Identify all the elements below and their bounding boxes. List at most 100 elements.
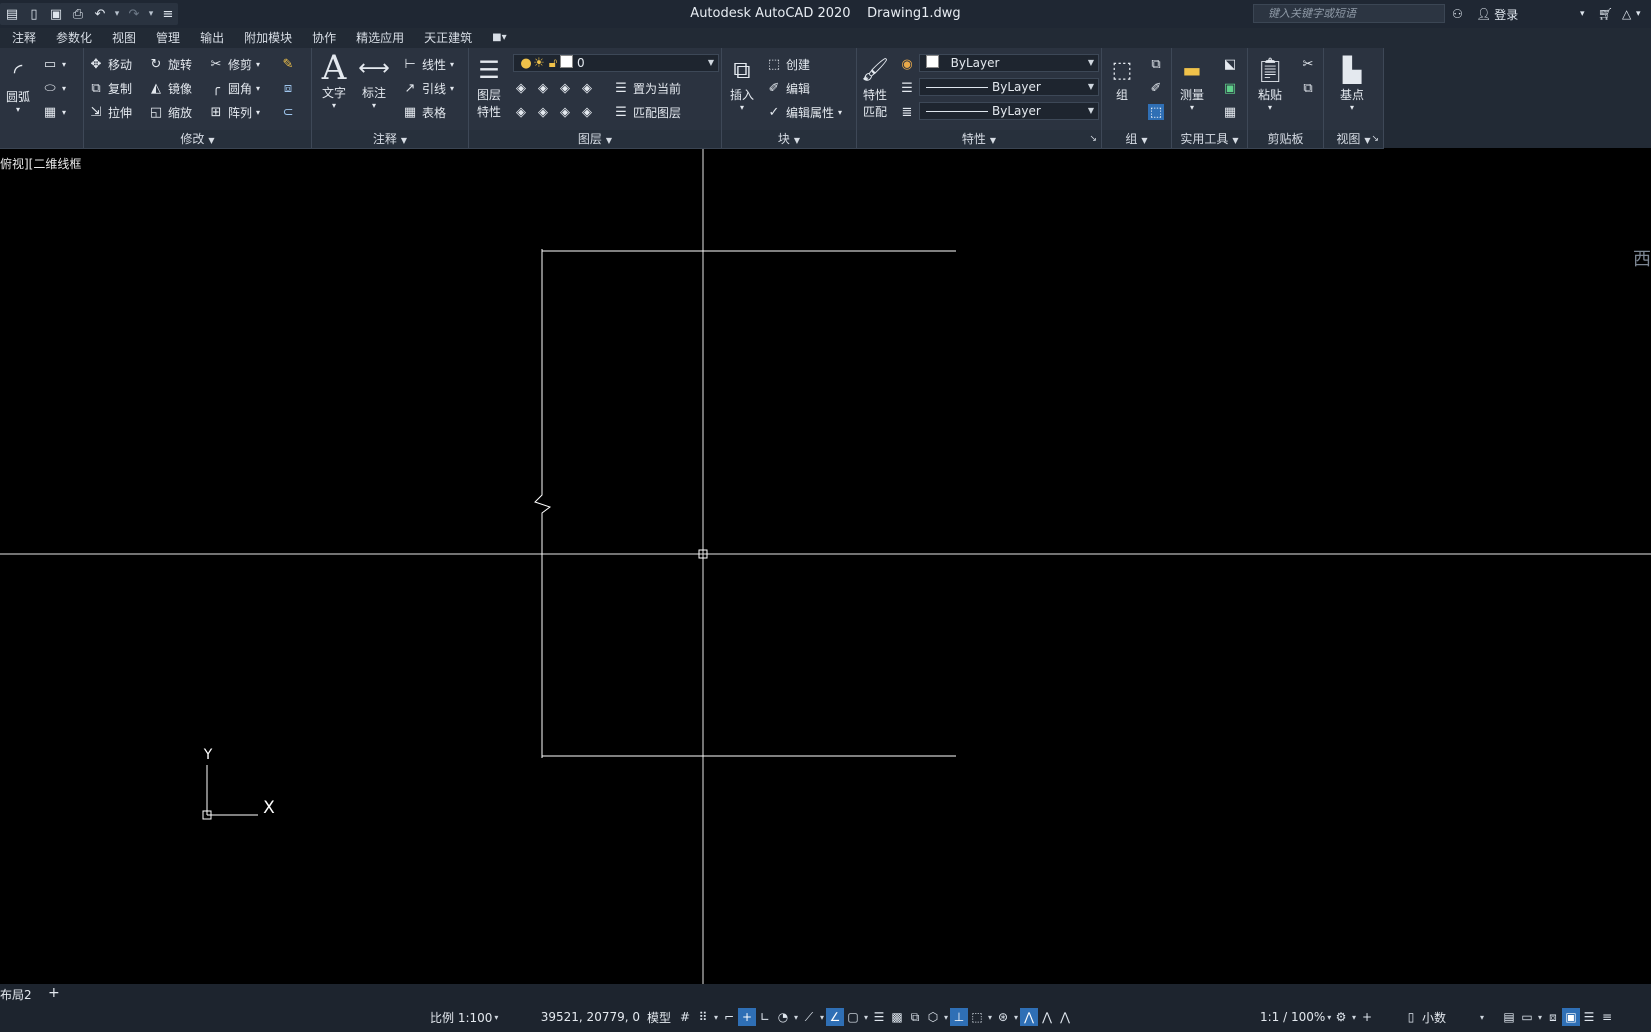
break-line[interactable]	[534, 249, 552, 758]
groups-panel-title[interactable]: 组 ▼	[1102, 130, 1171, 148]
transparency-icon[interactable]: ▩	[888, 1008, 906, 1026]
create-block-button[interactable]: ⬚ 创建	[766, 54, 810, 74]
workspace-dropdown-icon[interactable]: ▾	[1350, 1013, 1358, 1022]
paste-dropdown-icon[interactable]: ▾	[1268, 103, 1272, 112]
redo-dropdown-icon[interactable]: ▾	[146, 9, 156, 19]
dialog-launcher-icon[interactable]: ↘	[1371, 130, 1379, 148]
undo-icon[interactable]: ↶	[90, 4, 110, 24]
print-icon[interactable]: ⎙	[68, 4, 88, 24]
tab-output[interactable]: 输出	[190, 28, 234, 48]
cut-icon[interactable]: ✂	[1300, 56, 1316, 72]
leader-dropdown-icon[interactable]: ▾	[450, 84, 454, 93]
lineweight-toggle-icon[interactable]: ☰	[870, 1008, 888, 1026]
layer-isolate-icon[interactable]: ◈	[535, 80, 551, 96]
offset-button[interactable]: ⊂	[280, 102, 296, 122]
measure-dropdown-icon[interactable]: ▾	[1190, 103, 1194, 112]
match-layer-button[interactable]: ☰ 匹配图层	[613, 102, 681, 122]
tab-collaborate[interactable]: 协作	[302, 28, 346, 48]
layer-unisolate-icon[interactable]: ◈	[535, 104, 551, 120]
cart-icon[interactable]: 🛒︎	[1598, 4, 1613, 24]
object-snap-icon[interactable]: ▢	[844, 1008, 862, 1026]
new-file-icon[interactable]: ▯	[24, 4, 44, 24]
gear-icon[interactable]: ⚙	[1332, 1008, 1350, 1026]
set-current-button[interactable]: ☰ 置为当前	[613, 78, 681, 98]
tab-featured-apps[interactable]: 精选应用	[346, 28, 414, 48]
polar-tracking-icon[interactable]: ◔	[774, 1008, 792, 1026]
arc-button[interactable]: ◜ 圆弧 ▾	[2, 56, 34, 115]
snap-icon[interactable]: ⠿	[694, 1008, 712, 1026]
lock-ui-icon[interactable]: ▭	[1518, 1008, 1536, 1026]
match-properties-button[interactable]: 🖌︎ 特性 匹配	[859, 54, 891, 120]
scale-button[interactable]: ◱ 缩放	[148, 102, 192, 122]
leader-button[interactable]: ↗ 引线 ▾	[402, 78, 454, 98]
table-button[interactable]: ▦ 表格	[402, 102, 446, 122]
base-view-dropdown-icon[interactable]: ▾	[1350, 103, 1354, 112]
grid-icon[interactable]: #	[676, 1008, 694, 1026]
clipboard-panel-title[interactable]: 剪贴板	[1248, 130, 1323, 148]
isolate-objects-icon[interactable]: ⧈	[1544, 1008, 1562, 1026]
ellipse-button[interactable]: ⬭ ▾	[42, 78, 66, 98]
tab-annotate[interactable]: 注释	[0, 28, 46, 48]
linear-button[interactable]: ⊢ 线性 ▾	[402, 54, 454, 74]
filter-dropdown-icon[interactable]: ▾	[986, 1013, 994, 1022]
3d-osnap-dropdown-icon[interactable]: ▾	[942, 1013, 950, 1022]
dialog-launcher-icon[interactable]: ↘	[1089, 130, 1097, 148]
insert-button[interactable]: ⧉ 插入 ▾	[726, 54, 758, 112]
polar-dropdown-icon[interactable]: ▾	[792, 1013, 800, 1022]
arc-dropdown-icon[interactable]: ▾	[16, 105, 20, 114]
select-all-icon[interactable]: ▣	[1222, 80, 1238, 96]
tab-addins[interactable]: 附加模块	[234, 28, 302, 48]
layer-off-icon[interactable]: ◈	[513, 80, 529, 96]
layer-unlock-icon[interactable]: ◈	[579, 104, 595, 120]
coordinates-display[interactable]: 39521, 20779, 0	[500, 1008, 640, 1026]
rectangle-dropdown-icon[interactable]: ▾	[62, 60, 66, 69]
autodesk-icon[interactable]: △	[1622, 4, 1631, 24]
scale-control[interactable]: 比例 1:100 ▾	[430, 1008, 500, 1026]
binoculars-icon[interactable]: ⚇	[1452, 4, 1463, 24]
auto-scale-icon[interactable]: ⋀	[1038, 1008, 1056, 1026]
lineweight-dropdown[interactable]: ByLayer ▼	[919, 102, 1099, 120]
object-snap-tracking-icon[interactable]: ∠	[826, 1008, 844, 1026]
drawing-canvas[interactable]: 俯视][二维线框 西 Y X	[0, 149, 1651, 984]
base-view-button[interactable]: ▙ 基点 ▾	[1336, 54, 1368, 112]
undo-dropdown-icon[interactable]: ▾	[112, 9, 122, 19]
rotate-button[interactable]: ↻ 旋转	[148, 54, 192, 74]
hardware-acceleration-icon[interactable]: ▣	[1562, 1008, 1580, 1026]
isodraft-icon[interactable]: ⟋	[800, 1008, 818, 1026]
fillet-dropdown-icon[interactable]: ▾	[256, 84, 260, 93]
annotation-visibility-icon[interactable]: ⋀	[1020, 1008, 1038, 1026]
hatch-dropdown-icon[interactable]: ▾	[62, 108, 66, 117]
dimension-dropdown-icon[interactable]: ▾	[372, 101, 376, 110]
help-dropdown-icon[interactable]: ▾	[1636, 4, 1641, 24]
dynamic-input-icon[interactable]: +	[738, 1008, 756, 1026]
edit-block-button[interactable]: ✐ 编辑	[766, 78, 810, 98]
snap-dropdown-icon[interactable]: ▾	[712, 1013, 720, 1022]
array-dropdown-icon[interactable]: ▾	[256, 108, 260, 117]
calculator-icon[interactable]: ▦	[1222, 104, 1238, 120]
search-input[interactable]: 键入关键字或短语	[1253, 4, 1445, 23]
ungroup-icon[interactable]: ⧉	[1148, 56, 1164, 72]
fillet-button[interactable]: ╭ 圆角 ▾	[208, 78, 260, 98]
measure-button[interactable]: ▬ 测量 ▾	[1176, 54, 1208, 112]
tab-more-icon[interactable]: ■▾	[482, 28, 516, 48]
tab-view[interactable]: 视图	[102, 28, 146, 48]
view-panel-title[interactable]: 视图 ▼ ↘	[1324, 130, 1383, 148]
annotation-scale-icon[interactable]: ⋀	[1056, 1008, 1074, 1026]
move-button[interactable]: ✥ 移动	[88, 54, 132, 74]
edit-attributes-button[interactable]: ✓ 编辑属性 ▾	[766, 102, 842, 122]
layer-freeze-icon[interactable]: ◈	[557, 80, 573, 96]
lock-ui-dropdown-icon[interactable]: ▾	[1536, 1013, 1544, 1022]
quick-select-icon[interactable]: ⬕	[1222, 56, 1238, 72]
quick-properties-icon[interactable]: ▤	[1500, 1008, 1518, 1026]
redo-icon[interactable]: ↷	[124, 4, 144, 24]
layer-lock-icon[interactable]: ◈	[579, 80, 595, 96]
tab-tangent[interactable]: 天正建筑	[414, 28, 482, 48]
layer-dropdown[interactable]: ● ☀ 🔓︎ 0 ▼	[513, 54, 719, 72]
tab-layout2[interactable]: 布局2	[0, 986, 32, 1003]
trim-dropdown-icon[interactable]: ▾	[256, 60, 260, 69]
properties-panel-title[interactable]: 特性 ▼ ↘	[857, 130, 1101, 148]
trim-button[interactable]: ✂ 修剪 ▾	[208, 54, 260, 74]
group-select-icon[interactable]: ⬚	[1148, 104, 1164, 120]
hatch-button[interactable]: ▦ ▾	[42, 102, 66, 122]
modify-panel-title[interactable]: 修改 ▼	[84, 130, 311, 148]
